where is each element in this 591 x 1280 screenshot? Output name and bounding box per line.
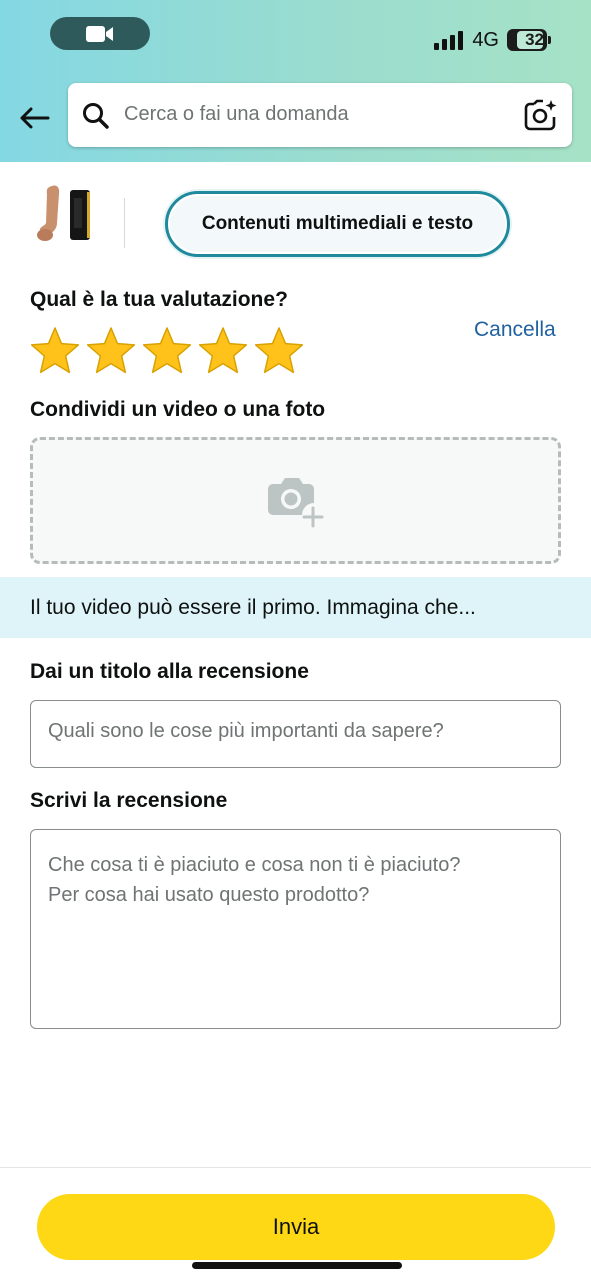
star-icon[interactable] [254, 326, 304, 376]
add-photo-icon [268, 478, 324, 528]
media-upload-label: Condividi un video o una foto [30, 398, 326, 421]
rating-question: Qual è la tua valutazione? [30, 288, 288, 311]
cancel-rating-link[interactable]: Cancella [474, 318, 556, 342]
review-title-label: Dai un titolo alla recensione [30, 660, 309, 683]
media-upload-area[interactable] [30, 437, 561, 564]
search-icon [83, 103, 109, 129]
search-input[interactable]: Cerca o fai una domanda [124, 103, 349, 126]
star-icon[interactable] [86, 326, 136, 376]
battery-tip [548, 36, 551, 44]
battery-icon: 32 [507, 29, 547, 51]
submit-button[interactable]: Invia [37, 1194, 555, 1260]
divider [124, 198, 125, 248]
network-type: 4G [472, 28, 499, 51]
review-body-textarea[interactable]: Che cosa ti è piaciuto e cosa non ti è p… [30, 829, 561, 1029]
video-camera-icon [86, 25, 113, 42]
signal-icon [434, 31, 464, 50]
footer-divider [0, 1167, 591, 1168]
star-icon[interactable] [142, 326, 192, 376]
star-icon[interactable] [198, 326, 248, 376]
status-bar-right: 4G 32 [434, 27, 551, 53]
back-button[interactable] [14, 98, 54, 138]
star-icon[interactable] [30, 326, 80, 376]
star-rating[interactable] [30, 326, 304, 376]
camera-in-use-indicator [50, 17, 150, 50]
camera-search-icon[interactable] [524, 99, 558, 131]
search-bar[interactable]: Cerca o fai una domanda [68, 83, 572, 147]
tab-media-and-text[interactable]: Contenuti multimediali e testo [165, 191, 510, 257]
home-indicator [192, 1262, 402, 1269]
battery-level: 32 [525, 30, 544, 49]
header: 4G 32 Cerca o fai una domanda [0, 0, 591, 162]
review-body-label: Scrivi la recensione [30, 789, 228, 812]
arrow-left-icon [20, 107, 50, 129]
review-title-input[interactable]: Quali sono le cose più importanti da sap… [30, 700, 561, 768]
product-thumbnail [37, 185, 90, 241]
info-banner: Il tuo video può essere il primo. Immagi… [0, 577, 591, 638]
